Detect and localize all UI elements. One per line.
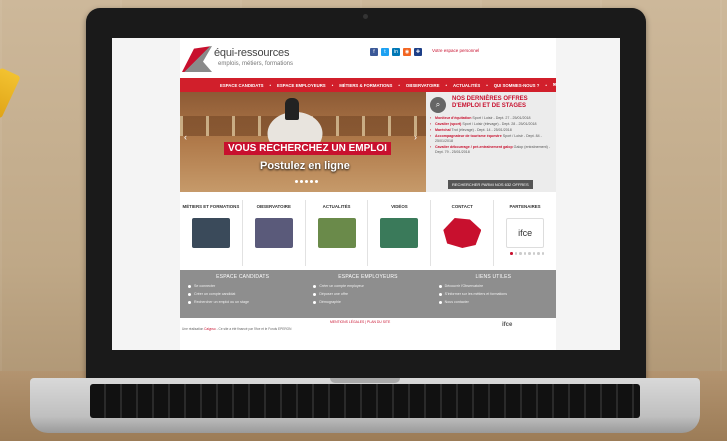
hero-subtitle[interactable]: Postulez en ligne bbox=[260, 160, 350, 172]
mail-icon[interactable]: ✉ bbox=[547, 82, 563, 88]
nav-item[interactable]: MÉTIERS & FORMATIONS bbox=[333, 83, 398, 88]
tile-image bbox=[380, 218, 419, 248]
offer-item[interactable]: Cavalier (sport) Sport / Loisir (élevage… bbox=[430, 122, 552, 127]
tile-item[interactable]: MÉTIERS ET FORMATIONS bbox=[180, 200, 243, 266]
nav-item[interactable]: ACTUALITÉS bbox=[447, 83, 486, 88]
tile-label: PARTENAIRES bbox=[509, 204, 541, 209]
laptop-keyboard bbox=[90, 384, 640, 418]
tile-image bbox=[443, 218, 482, 248]
tile-label: OBSERVATOIRE bbox=[256, 204, 291, 209]
footer-link[interactable]: Démographie bbox=[313, 300, 422, 304]
footer-link[interactable]: Découvrir l'Observatoire bbox=[438, 284, 548, 288]
footer-link[interactable]: Créer un compte candidat bbox=[188, 292, 297, 296]
website: équi-ressources emplois, métiers, format… bbox=[180, 38, 556, 350]
footer-column-title: ESPACE CANDIDATS bbox=[216, 274, 270, 280]
footer-link[interactable]: Se connecter bbox=[188, 284, 297, 288]
tile-item[interactable]: OBSERVATOIRE bbox=[243, 200, 306, 266]
tile-image bbox=[192, 218, 230, 248]
tile-label: VIDÉOS bbox=[391, 204, 408, 209]
footer-column: ESPACE EMPLOYEURS Créer un compte employe… bbox=[305, 270, 430, 318]
footer-column-title: LIENS UTILES bbox=[475, 274, 512, 280]
footer-column: ESPACE CANDIDATS Se connecter Créer un com… bbox=[180, 270, 305, 318]
tile-item[interactable]: PARTENAIRES ifce bbox=[494, 200, 556, 266]
tile-label: ACTUALITÉS bbox=[322, 204, 351, 209]
personal-space-link[interactable]: Votre espace personnel bbox=[432, 48, 479, 53]
search-icon: ⌕ bbox=[430, 97, 446, 113]
site-tagline: emplois, métiers, formations bbox=[218, 61, 294, 67]
facebook-icon[interactable]: f bbox=[370, 48, 378, 56]
rider-image bbox=[285, 98, 299, 120]
offer-item[interactable]: Accompagnateur de tourisme équestre Spor… bbox=[430, 134, 552, 143]
linkedin-icon[interactable]: in bbox=[392, 48, 400, 56]
credit-line: Une réalisation Calypso - Ce site a été … bbox=[182, 327, 292, 331]
latest-offers-panel: ⌕ NOS DERNIÈRES OFFRES D'EMPLOI ET DE ST… bbox=[426, 92, 556, 192]
uk-flag-icon[interactable]: ✚ bbox=[414, 48, 422, 56]
tile-label: CONTACT bbox=[451, 204, 473, 209]
tile-item[interactable]: CONTACT bbox=[431, 200, 495, 266]
next-slide-icon[interactable]: › bbox=[414, 132, 417, 142]
partners-dots[interactable] bbox=[510, 252, 544, 255]
search-offers-button[interactable]: RECHERCHER PARMI NOS 632 OFFRES bbox=[448, 180, 533, 189]
footer-link[interactable]: Créer un compte employeur bbox=[313, 284, 422, 288]
hero-banner[interactable]: ‹ › VOUS RECHERCHEZ UN EMPLOI Postulez e… bbox=[180, 92, 426, 192]
footer-link[interactable]: Nous contacter bbox=[438, 300, 548, 304]
webcam bbox=[363, 14, 368, 19]
footer-link[interactable]: S'informer sur les métiers et formations bbox=[438, 292, 548, 296]
main-nav: ESPACE CANDIDATS • ESPACE EMPLOYEURS • MÉTIE… bbox=[180, 78, 556, 92]
ifce-footer-logo[interactable]: ifce bbox=[502, 322, 512, 328]
offer-item[interactable]: Moniteur d'équitation Sport / Loisir - D… bbox=[430, 116, 552, 121]
footer-column: LIENS UTILES Découvrir l'Observatoire S'in… bbox=[431, 270, 556, 318]
laptop-notch bbox=[330, 378, 400, 383]
tile-item[interactable]: VIDÉOS bbox=[368, 200, 432, 266]
tile-image bbox=[254, 218, 293, 248]
offer-item[interactable]: Maréchal Trot (élevage) - Dept. 14 - 25/… bbox=[430, 128, 552, 133]
footer-column-title: ESPACE EMPLOYEURS bbox=[338, 274, 398, 280]
nav-item[interactable]: OBSERVATOIRE bbox=[400, 83, 446, 88]
hero-title: VOUS RECHERCHEZ UN EMPLOI bbox=[224, 142, 391, 155]
site-header: équi-ressources emplois, métiers, format… bbox=[180, 38, 556, 78]
horse-logo-icon[interactable] bbox=[182, 46, 212, 72]
offer-item[interactable]: Cavalier débourrage / pré-entraînement g… bbox=[430, 145, 552, 154]
laptop-screen: équi-ressources emplois, métiers, format… bbox=[112, 38, 620, 350]
offers-title: NOS DERNIÈRES OFFRES D'EMPLOI ET DE STAG… bbox=[452, 96, 528, 109]
twitter-icon[interactable]: t bbox=[381, 48, 389, 56]
agency-link[interactable]: Calypso bbox=[204, 327, 216, 331]
tile-label: MÉTIERS ET FORMATIONS bbox=[182, 204, 240, 209]
tile-image bbox=[317, 218, 356, 248]
nav-item[interactable]: QUI SOMMES-NOUS ? bbox=[488, 83, 546, 88]
social-links: f t in ◉ ✚ bbox=[370, 48, 422, 56]
footer-link[interactable]: Déposer une offre bbox=[313, 292, 422, 296]
footer-link[interactable]: Rechercher un emploi ou un stage bbox=[188, 300, 297, 304]
site-footer: ESPACE CANDIDATS Se connecter Créer un com… bbox=[180, 270, 556, 318]
nav-item[interactable]: ESPACE CANDIDATS bbox=[214, 83, 270, 88]
slider-dots[interactable] bbox=[295, 180, 318, 183]
site-logo-text[interactable]: équi-ressources bbox=[214, 47, 289, 59]
prev-slide-icon[interactable]: ‹ bbox=[184, 132, 187, 142]
offers-list: Moniteur d'équitation Sport / Loisir - D… bbox=[430, 116, 552, 154]
section-tiles: MÉTIERS ET FORMATIONS OBSERVATOIRE ACTUALI… bbox=[180, 200, 556, 266]
nav-item[interactable]: ESPACE EMPLOYEURS bbox=[271, 83, 332, 88]
legal-links[interactable]: MENTIONS LÉGALES | PLAN DU SITE bbox=[330, 320, 390, 324]
tile-item[interactable]: ACTUALITÉS bbox=[306, 200, 369, 266]
tile-image: ifce bbox=[506, 218, 545, 248]
rss-icon[interactable]: ◉ bbox=[403, 48, 411, 56]
